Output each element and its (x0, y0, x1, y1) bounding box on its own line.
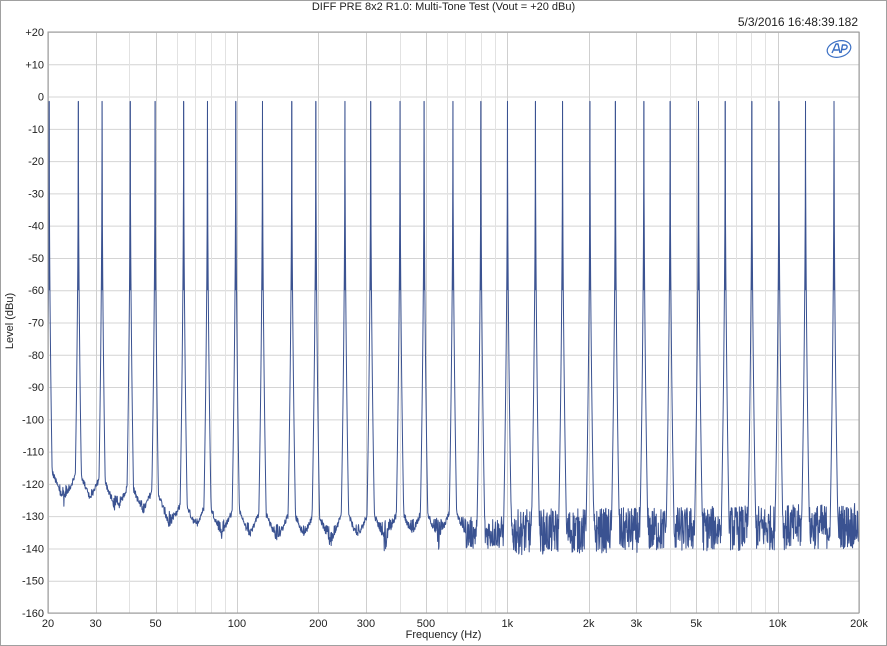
x-tick-label: 1k (501, 618, 513, 630)
series-line (47, 100, 860, 556)
y-tick-label: -100 (22, 414, 44, 426)
x-tick-label: 300 (357, 618, 375, 630)
x-tick-label: 500 (417, 618, 435, 630)
y-tick-label: -90 (28, 382, 44, 394)
spectrum-plot: +20 +10 0 -10 -20 -30 -40 -50 -60 -70 -80 -90 -100 -1… (22, 27, 868, 630)
y-tick-label: -80 (28, 350, 44, 362)
x-tick-label: 20k (850, 618, 868, 630)
y-tick-label: -20 (28, 156, 44, 168)
y-ticks: +20 +10 0 -10 -20 -30 -40 -50 -60 -70 -80 -90 -100 -1… (22, 27, 44, 620)
x-tick-label: 3k (630, 618, 642, 630)
series-layer (47, 100, 860, 556)
x-ticks: 20 30 50 100 200 300 500 1k 2k 3k 5k 10k 20k (42, 618, 868, 630)
y-tick-label: 0 (38, 92, 44, 104)
x-tick-label: 10k (769, 618, 787, 630)
x-tick-label: 30 (89, 618, 101, 630)
y-tick-label: -150 (22, 576, 44, 588)
y-tick-label: -10 (28, 124, 44, 136)
y-tick-label: -160 (22, 608, 44, 620)
x-tick-label: 20 (42, 618, 54, 630)
y-tick-label: -60 (28, 285, 44, 297)
x-tick-label: 100 (228, 618, 246, 630)
x-tick-label: 200 (309, 618, 327, 630)
y-tick-label: -130 (22, 511, 44, 523)
y-tick-label: +10 (25, 59, 44, 71)
y-tick-label: -40 (28, 221, 44, 233)
y-tick-label: -140 (22, 543, 44, 555)
y-tick-label: -30 (28, 188, 44, 200)
y-tick-label: -50 (28, 253, 44, 265)
y-tick-label: -110 (23, 447, 44, 459)
x-tick-label: 2k (583, 618, 595, 630)
y-tick-label: +20 (25, 27, 44, 39)
x-tick-label: 50 (149, 618, 161, 630)
y-tick-label: -70 (28, 318, 44, 330)
y-tick-label: -120 (22, 479, 44, 491)
x-tick-label: 5k (690, 618, 702, 630)
